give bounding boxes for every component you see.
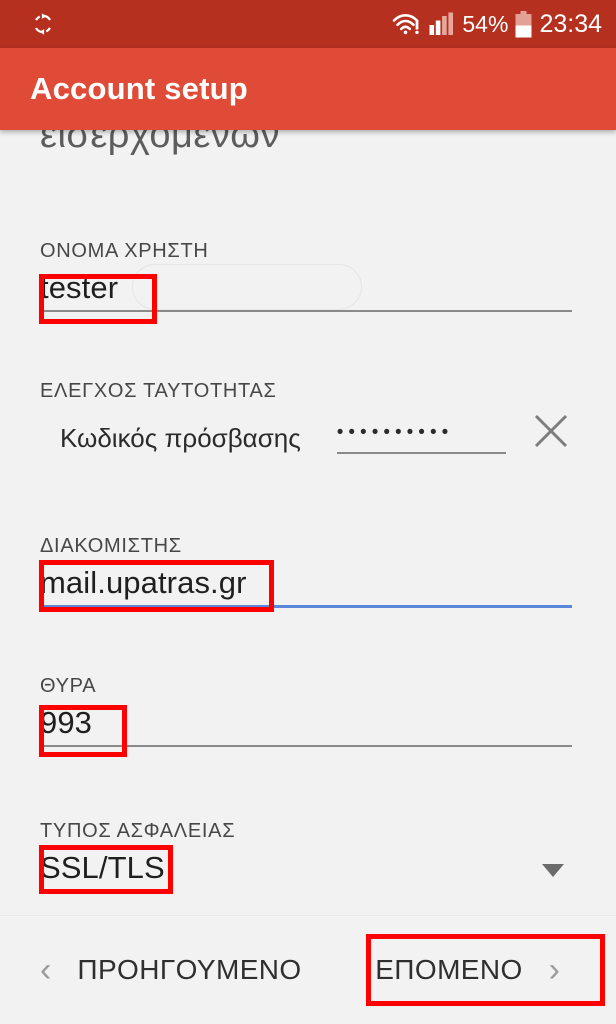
next-button-label: ΕΠΟΜΕΝΟ	[375, 954, 523, 985]
field-port[interactable]: ΘΥΡΑ 993	[40, 675, 572, 747]
password-caption: Κωδικός πρόσβασης	[60, 423, 301, 453]
username-underline	[40, 310, 572, 312]
port-label: ΘΥΡΑ	[40, 675, 97, 697]
clear-x-icon[interactable]	[530, 410, 572, 452]
setup-form-scroll-area[interactable]: εισερχομένων ΟΝΟΜΑ ΧΡΗΣΤΗ tester ΕΛΕΓΧΟΣ…	[0, 130, 616, 915]
field-username[interactable]: ΟΝΟΜΑ ΧΡΗΣΤΗ tester	[40, 240, 572, 312]
app-bar: Account setup	[0, 48, 616, 130]
username-input[interactable]: tester	[40, 270, 572, 310]
security-type-spinner[interactable]: SSL/TLS	[40, 850, 572, 890]
next-button[interactable]: ΕΠΟΜΕΝΟ ›	[375, 953, 560, 987]
chevron-down-icon[interactable]	[542, 863, 564, 877]
clock-label: 23:34	[539, 9, 602, 38]
previous-button-label: ΠΡΟΗΓΟΥΜΕΝΟ	[77, 954, 302, 985]
status-icons-group: 54% 23:34	[392, 10, 602, 39]
password-underline	[336, 452, 506, 454]
bottom-nav-bar: ‹ ΠΡΟΗΓΟΥΜΕΝΟ ΕΠΟΜΕΝΟ ›	[0, 915, 616, 1024]
status-bar: 54% 23:34	[0, 0, 616, 48]
previous-button[interactable]: ‹ ΠΡΟΗΓΟΥΜΕΝΟ	[40, 953, 302, 987]
password-row[interactable]: Κωδικός πρόσβασης ••••••••••	[40, 410, 572, 454]
page-title: Account setup	[30, 71, 248, 106]
field-server[interactable]: ΔΙΑΚΟΜΙΣΤΗΣ mail.upatras.gr	[40, 535, 572, 608]
sync-icon	[30, 11, 56, 37]
cut-off-section-heading: εισερχομένων	[40, 130, 280, 156]
server-underline-focused	[40, 605, 572, 608]
chevron-left-icon: ‹	[40, 951, 52, 989]
security-type-label: ΤΥΠΟΣ ΑΣΦΑΛΕΙΑΣ	[40, 820, 236, 842]
port-input[interactable]: 993	[40, 705, 572, 745]
cellular-signal-icon	[429, 12, 455, 36]
password-field-wrap[interactable]: ••••••••••	[336, 422, 506, 454]
battery-percent-label: 54%	[462, 10, 509, 37]
password-input[interactable]: ••••••••••	[337, 422, 506, 452]
port-underline	[40, 745, 572, 747]
security-type-value[interactable]: SSL/TLS	[40, 850, 542, 890]
username-label: ΟΝΟΜΑ ΧΡΗΣΤΗ	[40, 240, 209, 262]
battery-icon	[515, 10, 532, 38]
server-label: ΔΙΑΚΟΜΙΣΤΗΣ	[40, 535, 182, 557]
wifi-no-internet-icon	[392, 11, 422, 37]
field-security-type[interactable]: ΤΥΠΟΣ ΑΣΦΑΛΕΙΑΣ SSL/TLS	[40, 820, 572, 890]
server-input[interactable]: mail.upatras.gr	[40, 565, 572, 605]
chevron-right-icon: ›	[548, 951, 560, 989]
field-authentication[interactable]: ΕΛΕΓΧΟΣ ΤΑΥΤΟΤΗΤΑΣ Κωδικός πρόσβασης •••…	[40, 380, 572, 454]
authentication-label: ΕΛΕΓΧΟΣ ΤΑΥΤΟΤΗΤΑΣ	[40, 380, 277, 402]
